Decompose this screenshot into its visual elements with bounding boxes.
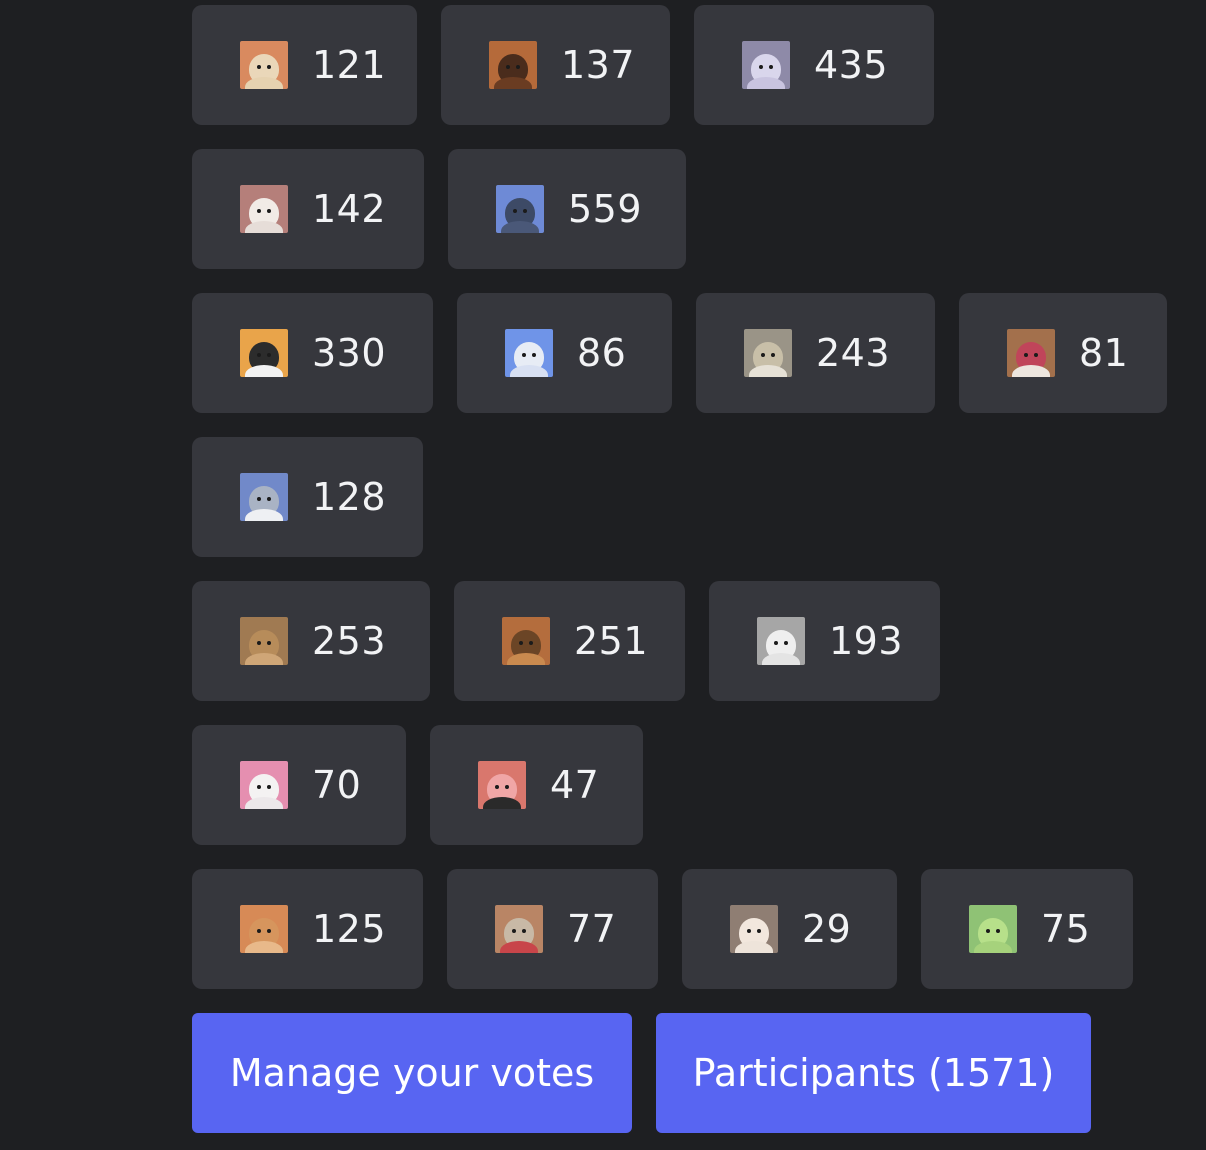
cool-duck-avatar-icon [505, 329, 553, 377]
answer-chip[interactable]: 86 [457, 293, 672, 413]
vote-count: 559 [568, 187, 643, 231]
vote-count: 86 [577, 331, 627, 375]
vote-count: 253 [312, 619, 387, 663]
rottweiler-avatar-icon [489, 41, 537, 89]
dinosaur-avatar-icon [969, 905, 1017, 953]
tabby-cat-avatar-icon [744, 329, 792, 377]
answer-chip[interactable]: 142 [192, 149, 424, 269]
answer-chip[interactable]: 330 [192, 293, 433, 413]
koala-avatar-icon [240, 473, 288, 521]
answer-chip[interactable]: 435 [694, 5, 934, 125]
answer-chip[interactable]: 128 [192, 437, 423, 557]
vote-count: 128 [312, 475, 387, 519]
answer-chip[interactable]: 253 [192, 581, 430, 701]
answer-chip[interactable]: 29 [682, 869, 897, 989]
vote-count: 142 [312, 187, 387, 231]
unicorn-avatar-icon [240, 761, 288, 809]
vote-count: 121 [312, 43, 387, 87]
vote-count: 70 [312, 763, 362, 807]
vote-count: 251 [574, 619, 649, 663]
pink-seal-avatar-icon [1007, 329, 1055, 377]
answer-chip[interactable]: 81 [959, 293, 1167, 413]
pig-avatar-icon [478, 761, 526, 809]
german-shepherd-avatar-icon [502, 617, 550, 665]
answer-chip[interactable]: 121 [192, 5, 417, 125]
alpaca-avatar-icon [240, 185, 288, 233]
vote-count: 243 [816, 331, 891, 375]
answer-chip[interactable]: 243 [696, 293, 935, 413]
vote-count: 435 [814, 43, 889, 87]
dolphin-avatar-icon [742, 41, 790, 89]
answer-chip[interactable]: 137 [441, 5, 670, 125]
answer-chip[interactable]: 70 [192, 725, 406, 845]
capybara-avatar-icon [240, 617, 288, 665]
white-cat-avatar-icon [757, 617, 805, 665]
bulldog-avatar-icon [730, 905, 778, 953]
answer-chip[interactable]: 47 [430, 725, 643, 845]
answer-chip[interactable]: 77 [447, 869, 658, 989]
vote-count: 193 [829, 619, 904, 663]
vote-count: 330 [312, 331, 387, 375]
hamster-avatar-icon [240, 905, 288, 953]
answer-chip[interactable]: 193 [709, 581, 940, 701]
vote-count: 29 [802, 907, 852, 951]
vote-count: 81 [1079, 331, 1129, 375]
answer-chip[interactable]: 251 [454, 581, 685, 701]
answer-chip[interactable]: 125 [192, 869, 423, 989]
vote-count: 77 [567, 907, 617, 951]
french-bulldog-avatar-icon [240, 41, 288, 89]
moose-avatar-icon [495, 905, 543, 953]
vote-count: 75 [1041, 907, 1091, 951]
participants-button[interactable]: Participants (1571) [656, 1013, 1091, 1133]
answer-chip[interactable]: 75 [921, 869, 1133, 989]
vote-count: 47 [550, 763, 600, 807]
answer-chip[interactable]: 559 [448, 149, 686, 269]
penguin-avatar-icon [240, 329, 288, 377]
manage-votes-button[interactable]: Manage your votes [192, 1013, 632, 1133]
pigeon-avatar-icon [496, 185, 544, 233]
vote-count: 125 [312, 907, 387, 951]
vote-count: 137 [561, 43, 636, 87]
